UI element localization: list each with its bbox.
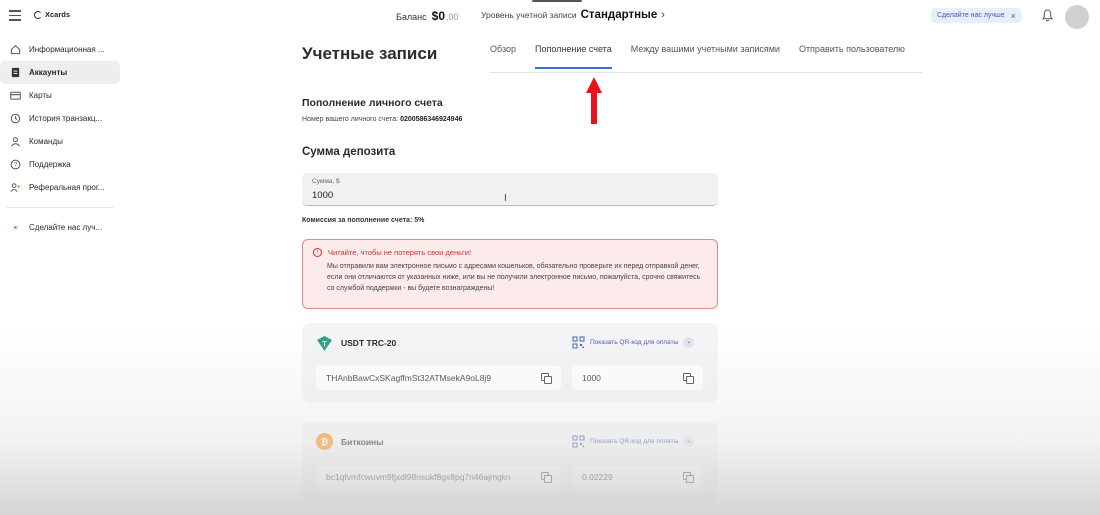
document-icon (11, 67, 20, 78)
warning-title: Читайте, чтобы не потерять свои деньги! (328, 248, 472, 257)
wallet-address-field[interactable]: THAnbBawCxSKagffmSt32ATMsekA9oL8j9 (316, 366, 561, 390)
tabs-divider (490, 72, 922, 73)
show-qr-label: Показать QR-код для оплаты (590, 339, 679, 346)
level-label: Уровень учетной записи (481, 10, 577, 20)
qr-code-icon (572, 435, 585, 448)
bell-icon[interactable] (1042, 9, 1053, 22)
sidebar-item-referral[interactable]: Реферальная прог... (0, 176, 120, 199)
crypto-amount: 0.02229 (582, 472, 613, 482)
amount-input[interactable] (312, 190, 512, 201)
bitcoin-icon: ₿ (316, 433, 333, 450)
feedback-icon (12, 225, 19, 230)
usdt-card: T USDT TRC-20 Показать QR-код для оплаты… (302, 323, 718, 403)
tab-top-up[interactable]: Пополнение счета (535, 44, 612, 69)
warning-body: Мы отправили вам электронное письмо с ад… (327, 263, 701, 292)
crypto-amount-field[interactable]: 0.02229 (572, 465, 703, 489)
sidebar-item-dashboard[interactable]: Информационная ... (0, 38, 120, 61)
help-icon: ? (10, 159, 21, 170)
close-icon[interactable]: × (1011, 11, 1016, 21)
logo-text: Xcards (45, 10, 71, 19)
amount-field[interactable]: Сумма, $ (302, 173, 718, 206)
sidebar-divider (6, 207, 114, 208)
sidebar-item-history[interactable]: История транзакц... (0, 107, 120, 130)
warning-box: ! Читайте, чтобы не потерять свои деньги… (302, 239, 718, 309)
sidebar-item-accounts[interactable]: Аккаунты (0, 61, 120, 84)
wallet-address: bc1qfvmfcwuvm9fjxdl98nsukf8gx8pq7n46ajmg… (326, 472, 511, 482)
referral-icon (10, 183, 21, 192)
sidebar-item-label: История транзакц... (29, 114, 103, 123)
show-qr-label: Показать QR-код для оплаты (590, 438, 679, 445)
tab-between-accounts[interactable]: Между вашими учетными записями (631, 44, 780, 69)
alert-icon: ! (313, 248, 322, 257)
tab-overview[interactable]: Обзор (490, 44, 516, 69)
history-icon (10, 113, 21, 124)
qr-code-icon (572, 336, 585, 349)
sidebar-item-label: Реферальная прог... (29, 183, 105, 192)
sidebar-item-label: Информационная ... (29, 45, 105, 54)
svg-text:?: ? (14, 162, 18, 169)
tab-send-to-user[interactable]: Отправить пользователю (799, 44, 905, 69)
copy-icon[interactable] (541, 373, 552, 384)
warning-title-row: ! Читайте, чтобы не потерять свои деньги… (313, 248, 707, 257)
avatar[interactable] (1065, 5, 1089, 29)
team-icon (11, 137, 20, 147)
amount-label: Сумма, $ (312, 178, 340, 185)
wallet-address: THAnbBawCxSKagffmSt32ATMsekA9oL8j9 (326, 373, 492, 383)
account-number: 0200586346924946 (400, 116, 463, 123)
chevron-right-icon: › (661, 9, 665, 21)
show-qr-button[interactable]: Показать QR-код для оплаты ⌄ (572, 435, 695, 448)
copy-icon[interactable] (683, 472, 694, 483)
balance-cents: .00 (446, 12, 459, 22)
balance-value: $0 (431, 9, 445, 23)
coin-name: Биткоины (341, 437, 384, 447)
top-bar: Xcards Баланс $0 .00 Уровень учетной зап… (0, 0, 1100, 34)
chevron-down-icon[interactable]: ⌄ (683, 337, 695, 348)
fee-text: Комиссия за пополнение счета: 5% (302, 217, 425, 224)
crypto-amount: 1000 (582, 373, 601, 383)
feedback-pill[interactable]: Сделайте нас лучше × (931, 8, 1022, 23)
sidebar-item-teams[interactable]: Команды (0, 130, 120, 153)
sidebar-item-label: Аккаунты (29, 68, 68, 77)
sidebar-item-label: Поддержка (29, 160, 71, 169)
top-indicator (532, 0, 582, 2)
page-title: Учетные записи (302, 44, 438, 63)
account-number-line: Номер вашего личного счета: 020058634692… (302, 116, 462, 123)
sidebar-item-label: Команды (29, 137, 63, 146)
sidebar-item-label: Карты (29, 91, 52, 100)
sidebar: Информационная ... Аккаунты Карты Истори… (0, 38, 122, 239)
logo-icon (34, 10, 42, 19)
sidebar-item-support[interactable]: ? Поддержка (0, 153, 120, 176)
account-level[interactable]: Уровень учетной записи Стандартные › (481, 9, 665, 21)
account-number-label: Номер вашего личного счета: (302, 116, 399, 123)
card-icon (10, 91, 21, 100)
bitcoin-card: ₿ Биткоины Показать QR-код для оплаты ⌄ … (302, 422, 718, 504)
menu-icon[interactable] (9, 10, 21, 21)
sidebar-item-label: Сделайте нас луч... (29, 223, 103, 232)
logo[interactable]: Xcards (34, 10, 70, 19)
level-value: Стандартные (580, 9, 658, 21)
coin-name: USDT TRC-20 (341, 338, 397, 348)
chevron-down-icon[interactable]: ⌄ (683, 436, 695, 447)
section-title: Пополнение личного счета (302, 97, 443, 109)
wallet-address-field[interactable]: bc1qfvmfcwuvm9fjxdl98nsukf8gx8pq7n46ajmg… (316, 465, 561, 489)
balance-label: Баланс (396, 12, 427, 22)
copy-icon[interactable] (541, 472, 552, 483)
tether-icon: T (316, 335, 333, 352)
text-cursor-icon: I (504, 193, 507, 204)
copy-icon[interactable] (683, 373, 694, 384)
home-icon (10, 44, 21, 55)
deposit-title: Сумма депозита (302, 146, 396, 158)
tab-bar: Обзор Пополнение счета Между вашими учет… (490, 44, 905, 69)
annotation-arrow-icon (586, 77, 602, 124)
svg-text:T: T (322, 341, 327, 348)
feedback-pill-label: Сделайте нас лучше (937, 12, 1005, 19)
sidebar-item-feedback[interactable]: Сделайте нас луч... (0, 216, 120, 239)
crypto-amount-field[interactable]: 1000 (572, 366, 703, 390)
sidebar-item-cards[interactable]: Карты (0, 84, 120, 107)
show-qr-button[interactable]: Показать QR-код для оплаты ⌄ (572, 336, 695, 349)
balance: Баланс $0 .00 (396, 9, 459, 23)
